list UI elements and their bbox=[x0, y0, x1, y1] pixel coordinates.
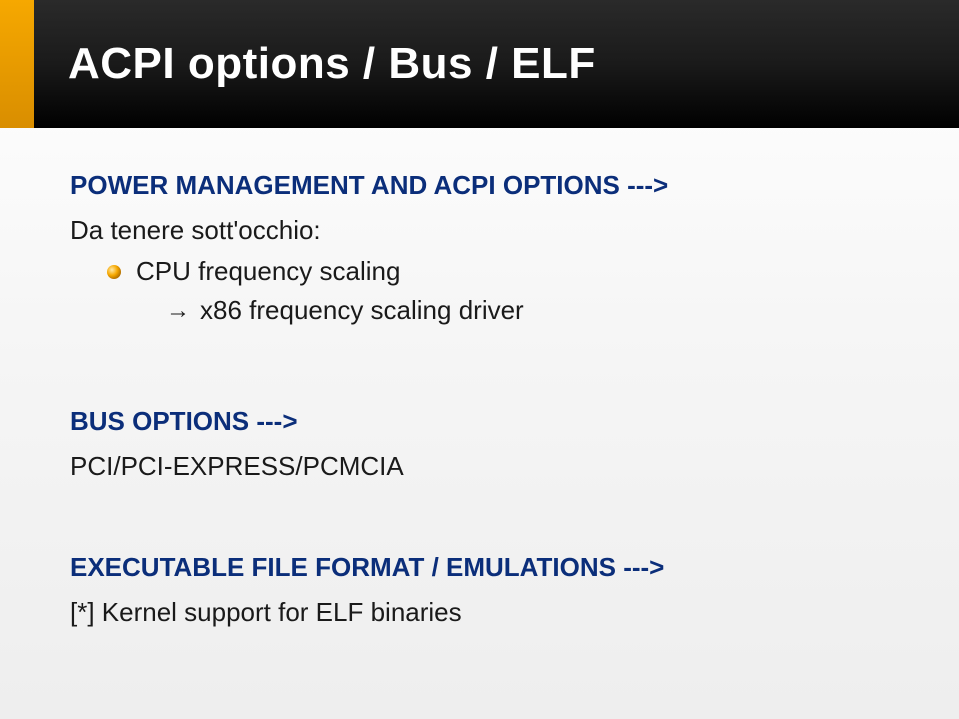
section-exec-header: EXECUTABLE FILE FORMAT / EMULATIONS ---> bbox=[70, 552, 899, 583]
title-bar: ACPI options / Bus / ELF bbox=[34, 0, 959, 128]
sub-item: → x86 frequency scaling driver bbox=[166, 295, 899, 326]
accent-bar bbox=[0, 0, 34, 128]
exec-line: [*] Kernel support for ELF binaries bbox=[70, 597, 899, 628]
sub-text: x86 frequency scaling driver bbox=[200, 295, 524, 326]
bullet-item: CPU frequency scaling bbox=[106, 256, 899, 287]
spacer bbox=[70, 334, 899, 378]
bullet-icon bbox=[106, 264, 122, 280]
spacer bbox=[70, 492, 899, 524]
bus-line: PCI/PCI-EXPRESS/PCMCIA bbox=[70, 451, 899, 482]
slide-title: ACPI options / Bus / ELF bbox=[68, 39, 596, 89]
slide-content: POWER MANAGEMENT AND ACPI OPTIONS ---> D… bbox=[70, 170, 899, 638]
section-power-header: POWER MANAGEMENT AND ACPI OPTIONS ---> bbox=[70, 170, 899, 201]
power-note: Da tenere sott'occhio: bbox=[70, 215, 899, 246]
slide: ACPI options / Bus / ELF POWER MANAGEMEN… bbox=[0, 0, 959, 719]
arrow-icon: → bbox=[166, 297, 190, 325]
bullet-text: CPU frequency scaling bbox=[136, 256, 400, 287]
section-bus-header: BUS OPTIONS ---> bbox=[70, 406, 899, 437]
